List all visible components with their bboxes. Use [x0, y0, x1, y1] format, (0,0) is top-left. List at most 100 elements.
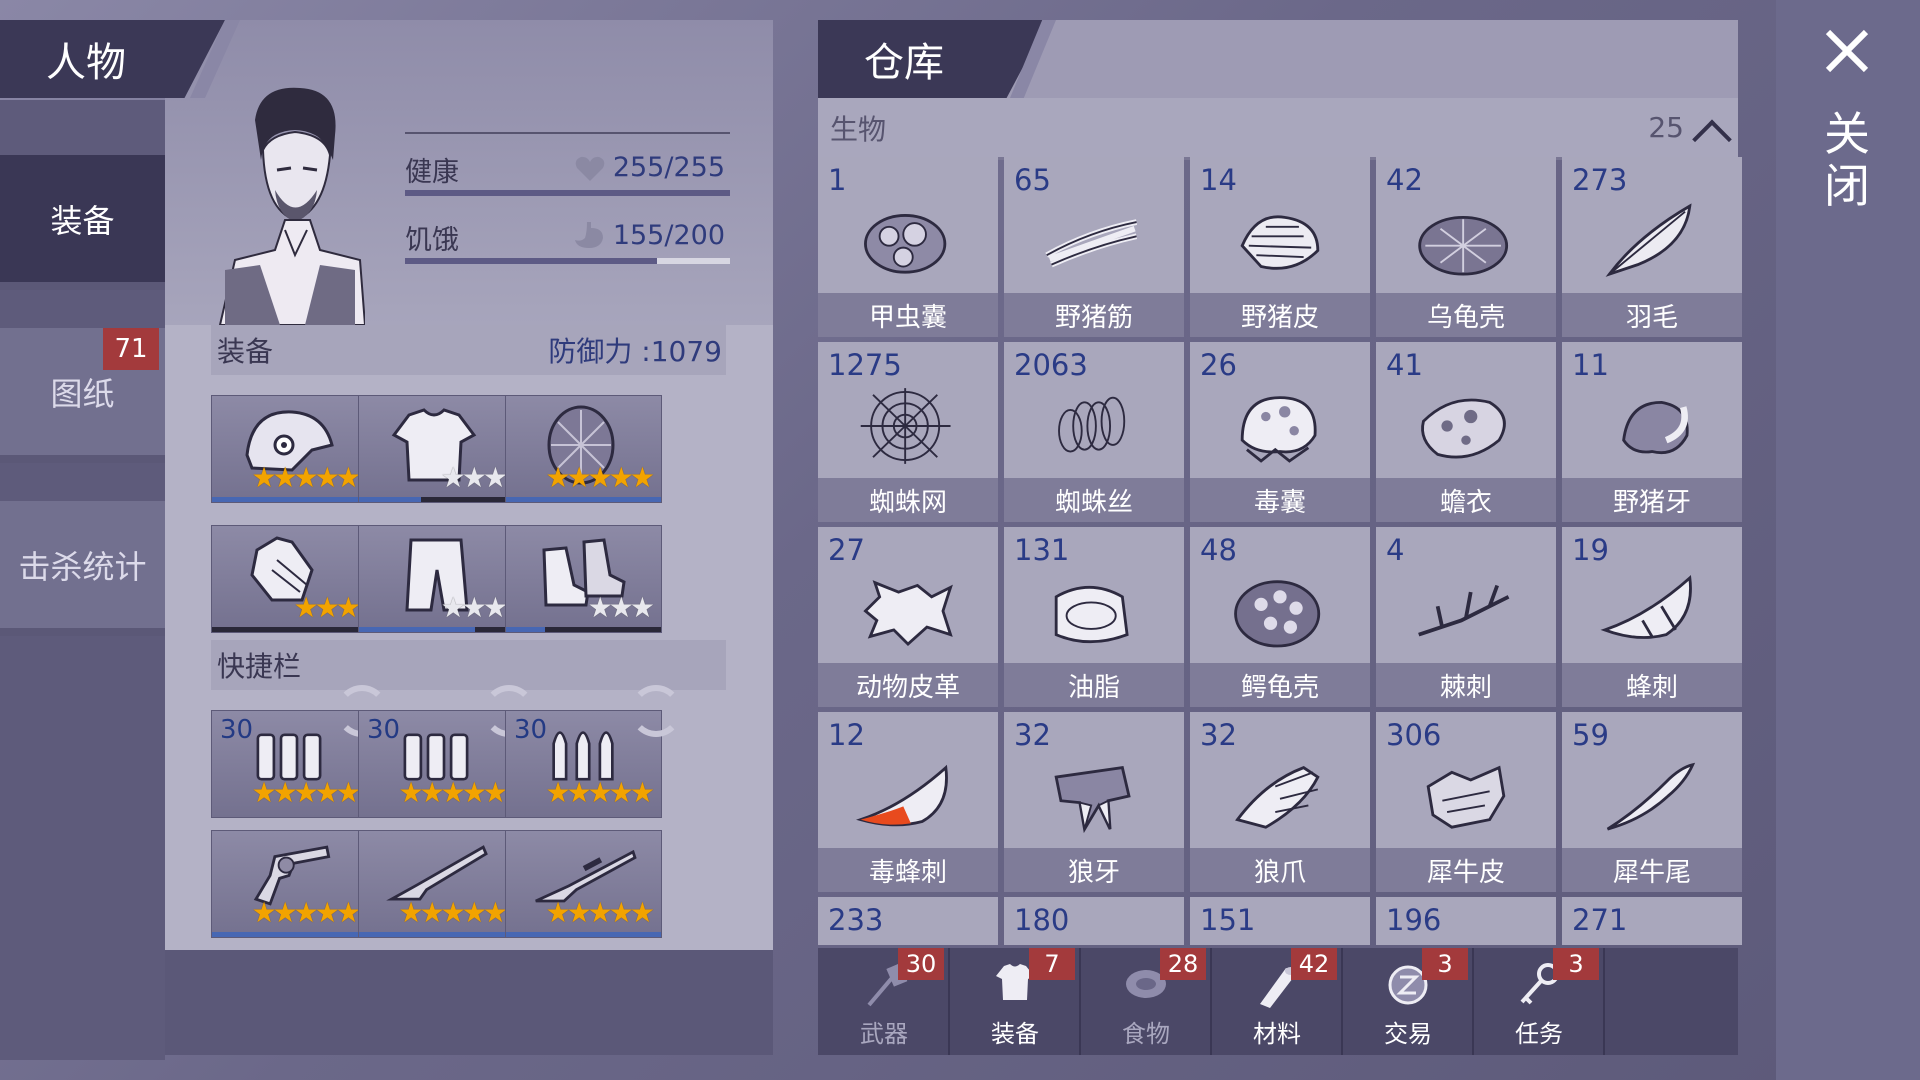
inventory-item[interactable]: 1 甲虫囊 — [818, 157, 998, 337]
inventory-item[interactable]: 65 野猪筋 — [1004, 157, 1184, 337]
bottom-tab[interactable]: 28 食物 — [1082, 948, 1212, 1055]
quickbar-section-label: 快捷栏 — [217, 650, 302, 683]
character-portrait — [218, 87, 365, 325]
bee-stinger-icon — [1600, 575, 1692, 639]
item-quantity: 271 — [1572, 903, 1628, 937]
inventory-item[interactable]: 42 乌龟壳 — [1376, 157, 1556, 337]
tab-label: 交易 — [1384, 1020, 1432, 1048]
inventory-item[interactable]: 14 野猪皮 — [1190, 157, 1370, 337]
inventory-item[interactable]: 4 棘刺 — [1376, 527, 1556, 707]
close-column[interactable]: 关闭 — [1776, 0, 1920, 1080]
health-bar — [405, 190, 730, 196]
bottom-tab[interactable]: 7 装备 — [951, 948, 1081, 1055]
item-quantity: 42 — [1386, 163, 1423, 197]
character-title: 人物 — [46, 40, 126, 86]
item-quantity: 233 — [828, 903, 884, 937]
inventory-item[interactable]: 32 狼牙 — [1004, 712, 1184, 892]
item-quantity: 48 — [1200, 533, 1237, 567]
rarity-stars: ★★★★★ — [545, 896, 655, 929]
item-name: 羽毛 — [1562, 293, 1742, 337]
inventory-item[interactable]: 59 犀牛尾 — [1562, 712, 1742, 892]
warehouse-title: 仓库 — [864, 40, 944, 86]
durability-fill — [359, 627, 476, 632]
star-icon: ★ — [272, 896, 298, 929]
durability-bar — [359, 627, 514, 632]
inventory-item[interactable]: 306 犀牛皮 — [1376, 712, 1556, 892]
inventory-item[interactable]: 196 — [1376, 897, 1556, 945]
bottom-tab[interactable]: 30 武器 — [820, 948, 950, 1055]
category-dropdown[interactable]: 生物 25 — [818, 98, 1738, 160]
item-name: 鳄龟壳 — [1190, 663, 1370, 707]
swap-icon[interactable] — [630, 685, 682, 737]
blueprints-badge: 71 — [103, 328, 159, 370]
inventory-item[interactable]: 180 — [1004, 897, 1184, 945]
warehouse-panel: 生物 25 1 甲虫囊 65 野猪筋 14 野猪皮 42 乌龟壳 273 羽毛 … — [818, 20, 1742, 1055]
tab-badge: 30 — [898, 948, 944, 980]
hunger-label: 饥饿 — [405, 225, 459, 256]
fat-icon — [1054, 586, 1129, 644]
star-icon: ★ — [314, 591, 340, 624]
inventory-item[interactable]: 1275 蜘蛛网 — [818, 342, 998, 522]
rarity-stars: ★★★★★ — [545, 779, 655, 807]
tab-equipment[interactable]: 装备 — [0, 155, 165, 290]
star-icon: ★ — [272, 461, 298, 494]
star-icon: ★ — [587, 896, 613, 929]
item-quantity: 27 — [828, 533, 865, 567]
star-icon: ★ — [587, 461, 613, 494]
stomach-icon — [575, 222, 603, 248]
item-quantity: 273 — [1572, 163, 1628, 197]
item-quantity: 32 — [1200, 718, 1237, 752]
inventory-item[interactable]: 271 — [1562, 897, 1742, 945]
defense-value: 防御力 :1079 — [548, 335, 722, 368]
star-icon: ★ — [314, 461, 340, 494]
equipment-slot[interactable]: ★★★★★ — [505, 395, 662, 503]
inventory-item[interactable]: 11 野猪牙 — [1562, 342, 1742, 522]
inventory-item[interactable]: 19 蜂刺 — [1562, 527, 1742, 707]
star-icon: ★ — [293, 896, 319, 929]
inventory-item[interactable]: 233 — [818, 897, 998, 945]
bottom-tab[interactable]: 3 交易 — [1344, 948, 1474, 1055]
bottom-tab[interactable]: 42 材料 — [1213, 948, 1343, 1055]
inventory-item[interactable]: 2063 蜘蛛丝 — [1004, 342, 1184, 522]
star-icon: ★ — [482, 776, 508, 809]
inventory-item[interactable]: 32 狼爪 — [1190, 712, 1370, 892]
item-name: 蜂刺 — [1562, 663, 1742, 707]
item-quantity: 65 — [1014, 163, 1051, 197]
equipment-slot[interactable]: ★★★ — [358, 395, 515, 503]
star-icon: ★ — [629, 461, 655, 494]
durability-bar — [212, 932, 367, 937]
inventory-item[interactable]: 131 油脂 — [1004, 527, 1184, 707]
quickbar-weapon-slot[interactable]: ★★★★★ — [211, 830, 368, 938]
equipment-slot[interactable]: ★★★★★ — [211, 395, 368, 503]
inventory-item[interactable]: 26 毒囊 — [1190, 342, 1370, 522]
quickbar-section-header: 快捷栏 — [211, 640, 726, 690]
star-icon: ★ — [335, 776, 361, 809]
star-icon: ★ — [293, 461, 319, 494]
equipment-slot[interactable]: ★★★ — [358, 525, 515, 633]
bottom-tab[interactable]: 3 任务 — [1475, 948, 1605, 1055]
hunger-bar-fill — [405, 258, 657, 264]
tab-kill-stats[interactable]: 击杀统计 — [0, 501, 165, 636]
inventory-item[interactable]: 27 动物皮革 — [818, 527, 998, 707]
item-quantity: 180 — [1014, 903, 1070, 937]
tab-label: 材料 — [1253, 1020, 1301, 1048]
item-name: 狼爪 — [1190, 848, 1370, 892]
close-icon[interactable] — [1822, 26, 1872, 76]
quickbar-weapon-slot[interactable]: ★★★★★ — [358, 830, 515, 938]
quickbar-weapon-slot[interactable]: ★★★★★ — [505, 830, 662, 938]
inventory-item[interactable]: 151 — [1190, 897, 1370, 945]
inventory-item[interactable]: 273 羽毛 — [1562, 157, 1742, 337]
close-label[interactable]: 关闭 — [1824, 108, 1870, 212]
inventory-item[interactable]: 12 毒蜂刺 — [818, 712, 998, 892]
equipment-slot[interactable]: ★★★ — [505, 525, 662, 633]
equipment-slot[interactable]: ★★★ — [211, 525, 368, 633]
star-icon: ★ — [440, 776, 466, 809]
inventory-item[interactable]: 41 蟾衣 — [1376, 342, 1556, 522]
item-name: 野猪皮 — [1190, 293, 1370, 337]
tab-blueprints[interactable]: 图纸 71 — [0, 328, 165, 463]
rhino-tail-icon — [1606, 762, 1696, 831]
durability-bar — [212, 497, 367, 502]
inventory-item[interactable]: 48 鳄龟壳 — [1190, 527, 1370, 707]
hunger-bar — [405, 258, 730, 264]
item-quantity: 306 — [1386, 718, 1442, 752]
